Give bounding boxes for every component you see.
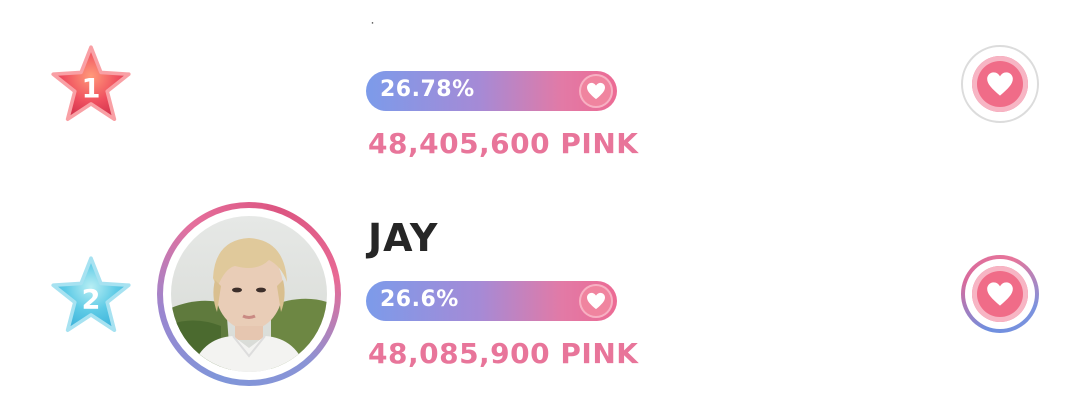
vote-progress-bar: 26.78%: [366, 71, 617, 111]
vote-points: 48,085,900 PINK: [368, 337, 639, 370]
avatar[interactable]: [171, 216, 327, 372]
rank-number: 1: [82, 74, 101, 105]
heart-icon: [972, 266, 1028, 322]
vote-heart-button[interactable]: [961, 255, 1039, 333]
rank-star-icon: 1: [46, 40, 136, 130]
vote-percent: 26.78%: [380, 77, 475, 102]
rank-number: 2: [82, 285, 101, 316]
heart-icon: [579, 74, 613, 108]
member-name: ˙: [370, 22, 376, 33]
rank-star-icon: 2: [46, 251, 136, 341]
vote-points: 48,405,600 PINK: [368, 127, 639, 160]
heart-icon: [579, 284, 613, 318]
avatar-ring: [157, 202, 341, 386]
member-name: JAY: [368, 216, 439, 260]
vote-progress-bar: 26.6%: [366, 281, 617, 321]
ranking-row-2: 2 JAY 26.6% 48,085,900 PINK: [0, 202, 1079, 392]
vote-percent: 26.6%: [380, 287, 459, 312]
vote-heart-button[interactable]: [961, 45, 1039, 123]
ranking-row-1: 1 ˙ 26.78% 48,405,600 PINK: [0, 0, 1079, 190]
heart-icon: [972, 56, 1028, 112]
